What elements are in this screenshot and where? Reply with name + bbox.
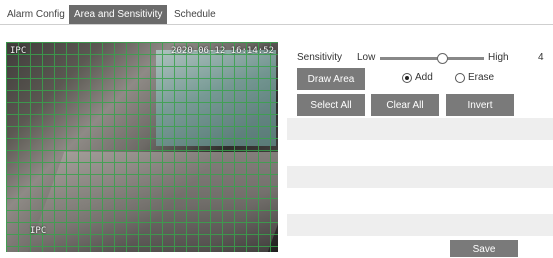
panel-stripe [287, 214, 553, 236]
motion-detection-grid[interactable] [6, 42, 278, 252]
sensitivity-high-label: High [488, 52, 509, 63]
add-radio-dot[interactable] [402, 72, 412, 83]
sensitivity-low-label: Low [357, 52, 376, 63]
video-osd-camera-name: IPC [30, 226, 47, 236]
panel-stripe [287, 166, 553, 188]
panel-stripe [287, 118, 553, 140]
sensitivity-value: 4 [538, 52, 544, 63]
tab-alarm-config[interactable]: Alarm Config [7, 6, 65, 24]
tab-schedule[interactable]: Schedule [174, 6, 216, 24]
erase-radio-label: Erase [468, 72, 495, 83]
video-osd-channel-label: IPC [10, 46, 27, 56]
invert-button[interactable]: Invert [446, 94, 514, 116]
add-radio[interactable]: Add [402, 72, 433, 83]
clear-all-button[interactable]: Clear All [371, 94, 439, 116]
motion-area-canvas[interactable]: IPC 2020-06-12 16:14:52 IPC [6, 42, 278, 252]
erase-radio-dot[interactable] [455, 72, 465, 83]
sensitivity-slider[interactable] [380, 53, 484, 64]
add-radio-label: Add [415, 72, 433, 83]
select-all-button[interactable]: Select All [297, 94, 365, 116]
video-osd-timestamp: 2020-06-12 16:14:52 [171, 46, 274, 56]
tab-bar: Alarm Config Area and Sensitivity Schedu… [0, 0, 553, 25]
draw-area-button[interactable]: Draw Area [297, 68, 365, 90]
erase-radio[interactable]: Erase [455, 72, 494, 83]
sensitivity-label: Sensitivity [297, 52, 343, 63]
tab-area-and-sensitivity[interactable]: Area and Sensitivity [69, 5, 168, 24]
save-button[interactable]: Save [450, 240, 518, 257]
sensitivity-slider-knob[interactable] [437, 53, 449, 64]
